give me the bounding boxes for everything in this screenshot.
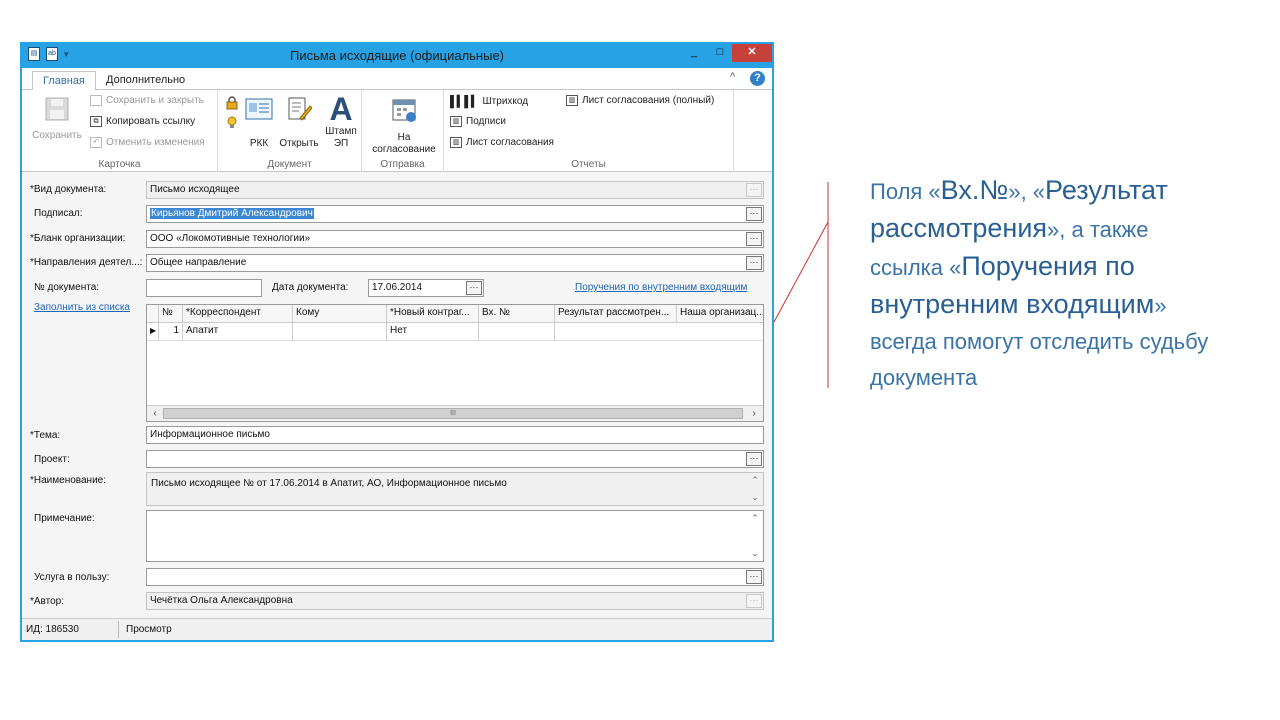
annotation-text: Поля «Вх.№», «Результат рассмотрения», а… bbox=[870, 175, 1209, 390]
pointer-diagonal-line bbox=[773, 221, 829, 323]
emphasis-in-number: Вх.№ bbox=[940, 175, 1009, 205]
